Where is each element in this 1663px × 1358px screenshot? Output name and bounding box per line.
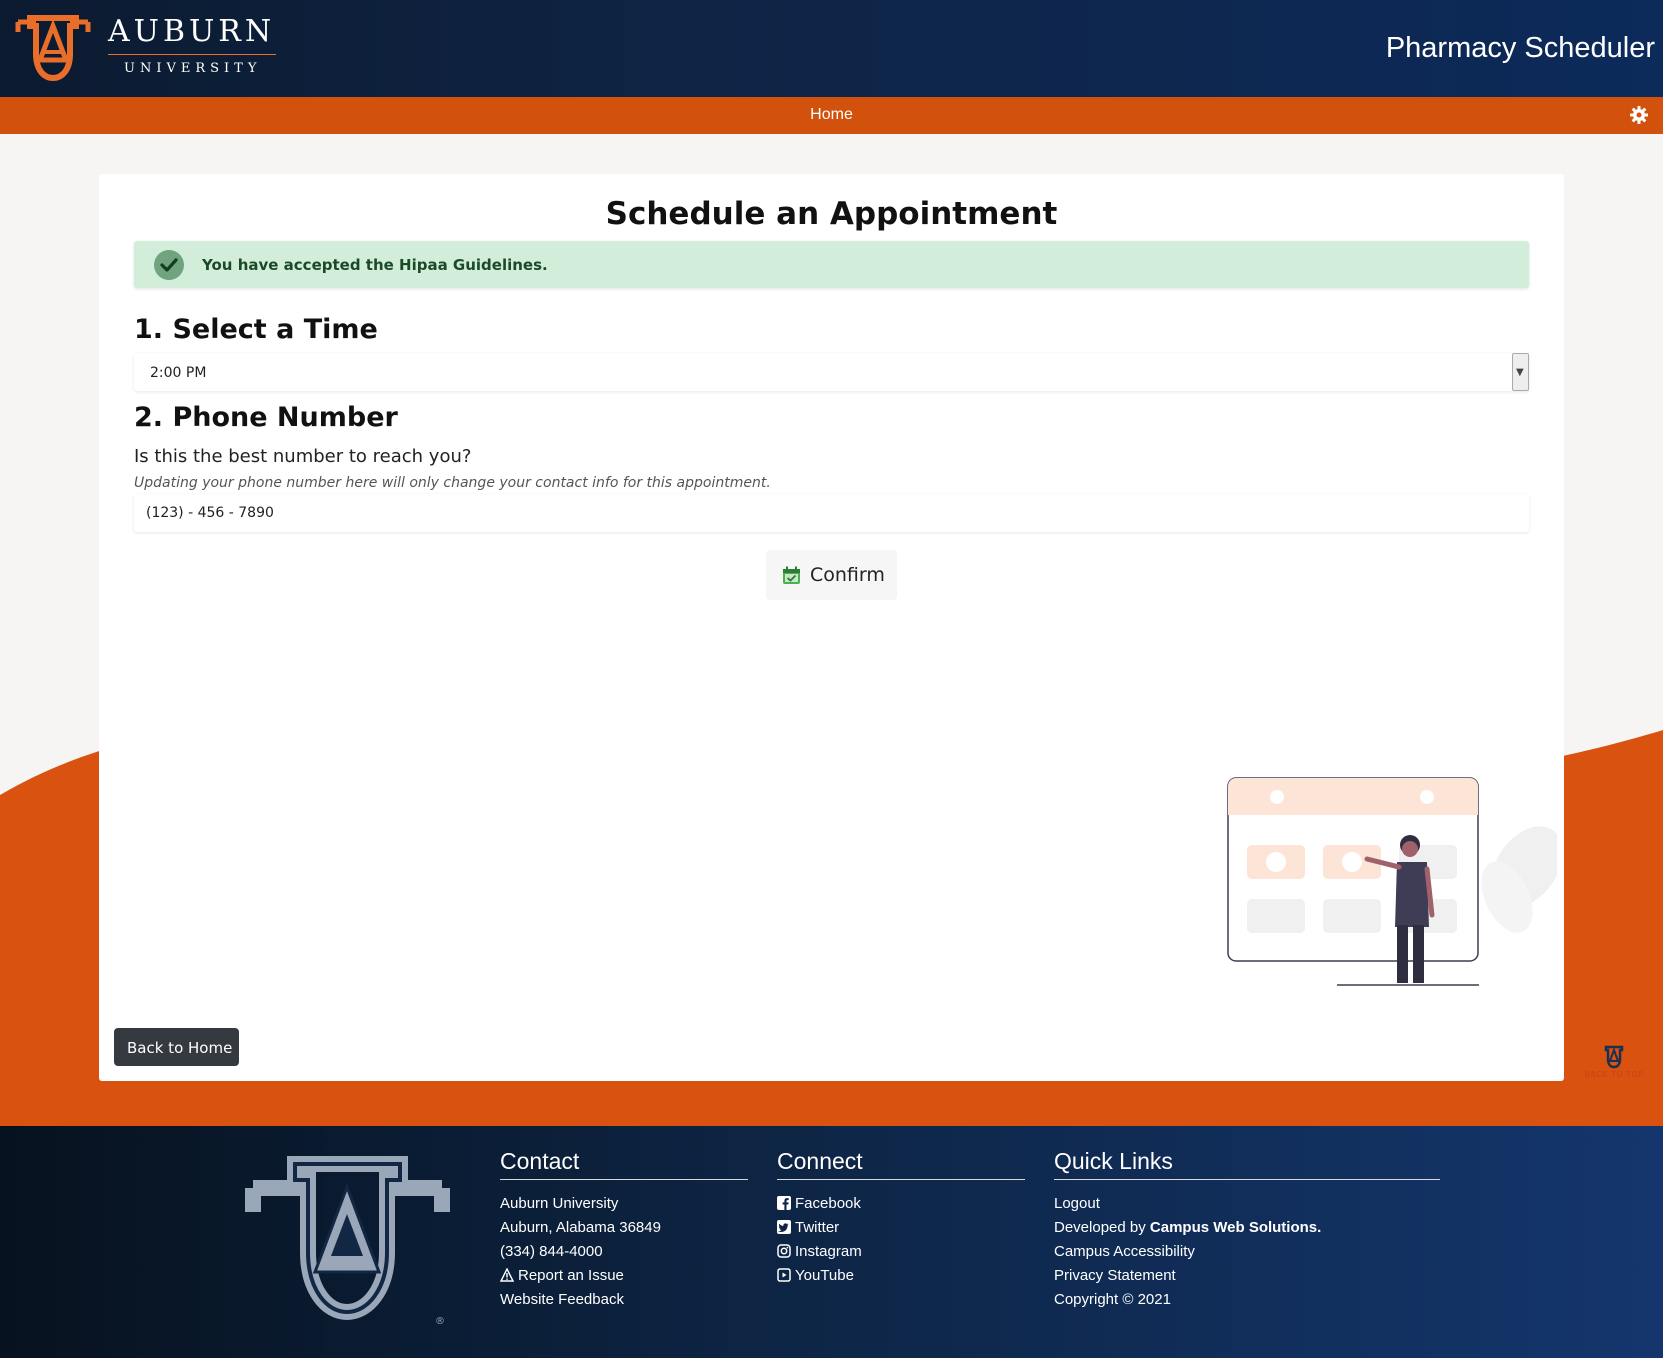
copyright-text: Copyright © 2021 bbox=[1054, 1291, 1171, 1308]
footer-contact-column: Contact Auburn University Auburn, Alabam… bbox=[500, 1148, 748, 1312]
facebook-icon bbox=[777, 1196, 791, 1210]
site-footer: ® Contact Auburn University Auburn, Alab… bbox=[0, 1126, 1663, 1358]
step-phone-heading: 2. Phone Number bbox=[134, 402, 398, 433]
contact-phone-link[interactable]: (334) 844-4000 bbox=[500, 1240, 748, 1264]
auburn-au-logo-large-icon: ® bbox=[245, 1156, 450, 1327]
footer-connect-heading: Connect bbox=[777, 1148, 1025, 1180]
appointment-card: Schedule an Appointment You have accepte… bbox=[99, 174, 1564, 1081]
instagram-label: Instagram bbox=[795, 1243, 862, 1260]
website-feedback-link[interactable]: Website Feedback bbox=[500, 1288, 748, 1312]
select-dropdown-button[interactable]: ▼ bbox=[1512, 353, 1529, 391]
contact-name: Auburn University bbox=[500, 1195, 619, 1212]
back-to-home-label: Back to Home bbox=[127, 1039, 233, 1057]
university-wordmark: AUBURN UNIVERSITY bbox=[108, 14, 278, 76]
twitter-icon bbox=[777, 1220, 791, 1234]
logout-link[interactable]: Logout bbox=[1054, 1192, 1440, 1216]
contact-address: Auburn, Alabama 36849 bbox=[500, 1219, 661, 1236]
nav-home-link[interactable]: Home bbox=[810, 106, 853, 123]
phone-question: Is this the best number to reach you? bbox=[134, 446, 472, 467]
nav-home-container: Home bbox=[0, 106, 1663, 124]
page-title: Schedule an Appointment bbox=[605, 196, 1058, 232]
youtube-icon bbox=[777, 1268, 791, 1282]
site-header: AUBURN UNIVERSITY Pharmacy Scheduler bbox=[0, 0, 1663, 97]
auburn-au-logo-icon[interactable] bbox=[12, 12, 94, 84]
phone-input-value: (123) - 456 - 7890 bbox=[146, 505, 274, 521]
calendar-check-icon bbox=[783, 566, 800, 584]
back-to-home-button[interactable]: Back to Home bbox=[114, 1028, 239, 1066]
instagram-icon bbox=[777, 1244, 791, 1258]
campus-web-solutions-link[interactable]: Campus Web Solutions. bbox=[1150, 1219, 1321, 1236]
wordmark-divider bbox=[108, 54, 276, 55]
facebook-link[interactable]: Facebook bbox=[777, 1192, 1025, 1216]
nav-bar: Home bbox=[0, 97, 1663, 134]
check-circle-icon bbox=[154, 250, 184, 280]
app-title: Pharmacy Scheduler bbox=[1385, 32, 1655, 64]
university-name: AUBURN bbox=[108, 14, 276, 49]
time-select[interactable]: 2:00 PM ▼ bbox=[134, 353, 1529, 391]
privacy-statement-link[interactable]: Privacy Statement bbox=[1054, 1264, 1440, 1288]
gear-icon[interactable] bbox=[1629, 105, 1649, 125]
svg-text:®: ® bbox=[435, 1316, 445, 1327]
auburn-au-small-icon bbox=[1604, 1045, 1624, 1069]
footer-contact-heading: Contact bbox=[500, 1148, 748, 1180]
hipaa-success-alert: You have accepted the Hipaa Guidelines. bbox=[134, 241, 1529, 288]
report-issue-label: Report an Issue bbox=[518, 1267, 624, 1284]
instagram-link[interactable]: Instagram bbox=[777, 1240, 1025, 1264]
back-to-top-button[interactable]: BACK TO TOP bbox=[1574, 1045, 1654, 1085]
footer-connect-column: Connect Facebook Twitter Instagram YouTu… bbox=[777, 1148, 1025, 1288]
campus-accessibility-link[interactable]: Campus Accessibility bbox=[1054, 1240, 1440, 1264]
report-issue-link[interactable]: Report an Issue bbox=[500, 1264, 748, 1288]
developed-by-text: Developed by Campus Web Solutions. bbox=[1054, 1216, 1440, 1240]
developed-by-prefix: Developed by bbox=[1054, 1219, 1146, 1236]
confirm-label: Confirm bbox=[810, 564, 885, 586]
phone-hint: Updating your phone number here will onl… bbox=[134, 475, 771, 491]
warning-icon bbox=[500, 1268, 514, 1282]
chevron-down-icon: ▼ bbox=[1516, 367, 1524, 378]
twitter-link[interactable]: Twitter bbox=[777, 1216, 1025, 1240]
university-subtitle: UNIVERSITY bbox=[124, 61, 262, 76]
footer-quick-links-column: Quick Links Logout Developed by Campus W… bbox=[1054, 1148, 1440, 1312]
back-to-top-label: BACK TO TOP bbox=[1584, 1070, 1644, 1079]
step-select-time-heading: 1. Select a Time bbox=[134, 314, 378, 345]
time-select-value: 2:00 PM bbox=[150, 365, 207, 381]
facebook-label: Facebook bbox=[795, 1195, 861, 1212]
footer-quick-links-heading: Quick Links bbox=[1054, 1148, 1440, 1180]
alert-message: You have accepted the Hipaa Guidelines. bbox=[202, 256, 548, 274]
youtube-link[interactable]: YouTube bbox=[777, 1264, 1025, 1288]
youtube-label: YouTube bbox=[795, 1267, 854, 1284]
twitter-label: Twitter bbox=[795, 1219, 840, 1236]
phone-input[interactable]: (123) - 456 - 7890 bbox=[134, 494, 1529, 532]
confirm-button[interactable]: Confirm bbox=[766, 550, 897, 600]
calendar-illustration bbox=[1227, 777, 1557, 986]
